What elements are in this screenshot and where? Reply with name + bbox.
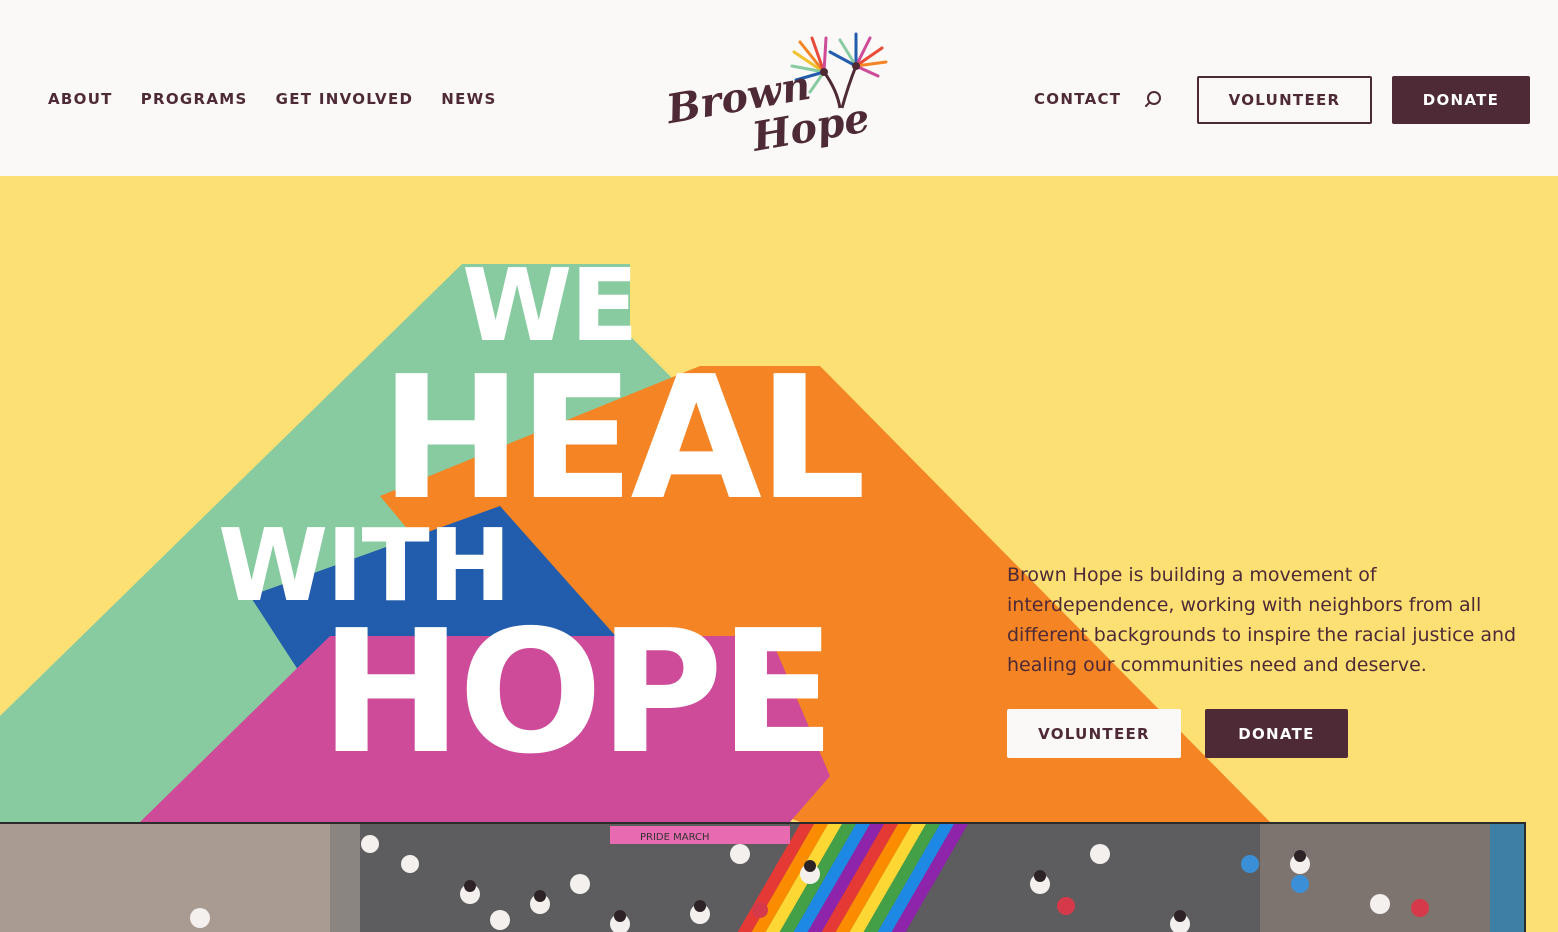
hero-section: WE HEAL WITH HOPE Brown Hope is building… [0, 176, 1558, 932]
pride-march-illustration: PRIDE MARCH [0, 824, 1524, 932]
pride-march-photo: PRIDE MARCH [0, 822, 1526, 932]
headline-hope: HOPE [320, 594, 836, 792]
nav-contact[interactable]: CONTACT [1034, 90, 1121, 108]
hero-description: Brown Hope is building a movement of int… [1007, 564, 1517, 676]
brown-hope-logo[interactable]: Brown Hope [662, 20, 896, 161]
header-volunteer-button[interactable]: VOLUNTEER [1197, 76, 1372, 124]
pride-banner-text: PRIDE MARCH [640, 832, 710, 843]
site-header: ABOUT PROGRAMS GET INVOLVED NEWS Brown H… [0, 0, 1558, 176]
nav-about[interactable]: ABOUT [48, 90, 113, 108]
primary-nav: ABOUT PROGRAMS GET INVOLVED NEWS [48, 90, 525, 108]
header-donate-button[interactable]: DONATE [1392, 76, 1530, 124]
nav-news[interactable]: NEWS [441, 90, 496, 108]
hero-donate-button[interactable]: DONATE [1205, 709, 1348, 758]
nav-programs[interactable]: PROGRAMS [141, 90, 248, 108]
search-icon[interactable] [1144, 90, 1162, 108]
hero-volunteer-button[interactable]: VOLUNTEER [1007, 709, 1181, 758]
headline-heal: HEAL [380, 340, 866, 538]
nav-get-involved[interactable]: GET INVOLVED [276, 90, 414, 108]
